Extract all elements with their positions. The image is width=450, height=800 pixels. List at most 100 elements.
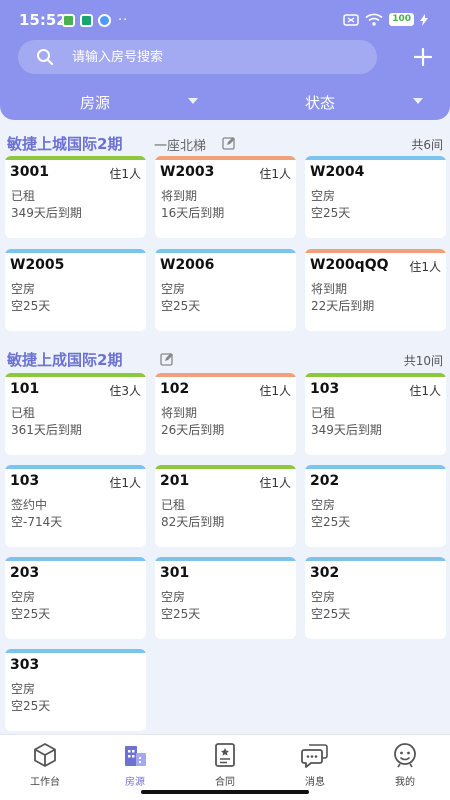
room-number: 103	[310, 381, 340, 397]
room-number: W2004	[310, 164, 365, 180]
room-card[interactable]: W2005 空房 空25天	[5, 249, 146, 331]
filter-listing-label: 房源	[80, 94, 111, 112]
room-card[interactable]: 103 住1人 签约中 空-714天	[5, 465, 146, 547]
room-card[interactable]: 301 空房 空25天	[155, 557, 296, 639]
room-number: W200qQQ	[310, 257, 389, 273]
tab-label: 房源	[125, 777, 145, 788]
tab-workbench[interactable]: 工作台	[0, 741, 90, 789]
room-number: 3001	[10, 164, 49, 180]
room-status: 已租	[11, 189, 36, 203]
room-card[interactable]: W2006 空房 空25天	[155, 249, 296, 331]
room-detail: 22天后到期	[311, 299, 375, 313]
cube-icon	[34, 743, 56, 767]
chevron-down-icon	[413, 98, 423, 104]
tab-listings[interactable]: 房源	[90, 741, 180, 789]
search-bar[interactable]	[18, 40, 377, 74]
room-detail: 空25天	[311, 607, 351, 621]
listing-content: 敏捷上城国际2期 一座北梯 共6间 3001 住1人 已租 349天后到期 W2…	[0, 120, 450, 734]
home-indicator[interactable]	[141, 790, 309, 794]
building-header: 敏捷上成国际2期 共10间	[0, 344, 450, 374]
tab-label: 消息	[305, 777, 325, 788]
status-color-bar	[5, 249, 146, 253]
room-status: 空房	[311, 590, 336, 604]
more-dots-icon: ··	[118, 13, 129, 28]
room-card[interactable]: W200qQQ 住1人 将到期 22天后到期	[305, 249, 446, 331]
room-card[interactable]: W2003 住1人 将到期 16天后到期	[155, 156, 296, 238]
room-status: 已租	[311, 406, 336, 420]
room-status: 空房	[311, 189, 336, 203]
occupants: 住1人	[409, 384, 441, 398]
room-detail: 空25天	[11, 299, 51, 313]
room-card[interactable]: 102 住1人 将到期 26天后到期	[155, 373, 296, 455]
status-color-bar	[305, 249, 446, 253]
occupants: 住1人	[259, 476, 291, 490]
room-card[interactable]: 3001 住1人 已租 349天后到期	[5, 156, 146, 238]
room-card[interactable]: 302 空房 空25天	[305, 557, 446, 639]
occupants: 住1人	[259, 167, 291, 181]
message-icon	[301, 744, 328, 768]
occupants: 住1人	[259, 384, 291, 398]
occupants: 住1人	[109, 167, 141, 181]
room-number: 301	[160, 565, 190, 581]
building-name: 敏捷上城国际2期	[7, 135, 123, 153]
tab-profile[interactable]: 我的	[360, 741, 450, 789]
header: 15:52 ·· 100 房源 状态	[0, 0, 450, 120]
room-card[interactable]: 101 住3人 已租 361天后到期	[5, 373, 146, 455]
room-detail: 26天后到期	[161, 423, 225, 437]
room-number: W2006	[160, 257, 215, 273]
room-detail: 349天后到期	[11, 206, 82, 220]
add-icon[interactable]	[410, 44, 436, 70]
notification-icons: ··	[62, 13, 128, 28]
status-color-bar	[305, 156, 446, 160]
room-status: 空房	[161, 590, 186, 604]
room-status: 将到期	[161, 406, 198, 420]
room-card[interactable]: 303 空房 空25天	[5, 649, 146, 731]
room-number: 302	[310, 565, 340, 581]
status-color-bar	[5, 557, 146, 561]
app-notification-icon	[62, 14, 75, 27]
edit-icon[interactable]	[222, 136, 236, 150]
tab-label: 合同	[215, 777, 235, 788]
room-detail: 空25天	[11, 699, 51, 713]
room-status: 签约中	[11, 498, 48, 512]
room-count: 共6间	[411, 138, 443, 152]
profile-icon	[394, 743, 416, 768]
search-input[interactable]	[72, 40, 362, 74]
room-status: 空房	[311, 498, 336, 512]
building-header: 敏捷上城国际2期 一座北梯 共6间	[0, 128, 450, 158]
status-color-bar	[305, 373, 446, 377]
room-status: 已租	[11, 406, 36, 420]
room-card[interactable]: 201 住1人 已租 82天后到期	[155, 465, 296, 547]
occupants: 住1人	[109, 476, 141, 490]
room-status: 空房	[11, 590, 36, 604]
sim-off-icon	[343, 13, 359, 26]
status-color-bar	[5, 465, 146, 469]
room-detail: 空25天	[11, 607, 51, 621]
room-number: W2003	[160, 164, 215, 180]
room-status: 空房	[11, 282, 36, 296]
status-color-bar	[155, 249, 296, 253]
status-color-bar	[155, 373, 296, 377]
building-name: 敏捷上成国际2期	[7, 351, 123, 369]
filter-listing[interactable]: 房源	[0, 88, 225, 116]
room-card[interactable]: W2004 空房 空25天	[305, 156, 446, 238]
tab-label: 工作台	[30, 777, 60, 788]
tab-messages[interactable]: 消息	[270, 741, 360, 789]
tab-contracts[interactable]: 合同	[180, 741, 270, 789]
room-card[interactable]: 103 住1人 已租 349天后到期	[305, 373, 446, 455]
status-time: 15:52	[19, 11, 67, 29]
filter-status[interactable]: 状态	[225, 88, 450, 116]
room-count: 共10间	[403, 354, 443, 368]
building-floor: 一座北梯	[154, 139, 207, 154]
edit-icon[interactable]	[160, 352, 174, 366]
status-color-bar	[5, 649, 146, 653]
status-bar: 15:52 ·· 100	[0, 0, 450, 38]
contract-icon	[215, 743, 235, 767]
status-color-bar	[155, 156, 296, 160]
room-card[interactable]: 202 空房 空25天	[305, 465, 446, 547]
room-number: 203	[10, 565, 40, 581]
room-detail: 空-714天	[11, 515, 63, 529]
room-status: 将到期	[161, 189, 198, 203]
room-card[interactable]: 203 空房 空25天	[5, 557, 146, 639]
chevron-down-icon	[188, 98, 198, 104]
